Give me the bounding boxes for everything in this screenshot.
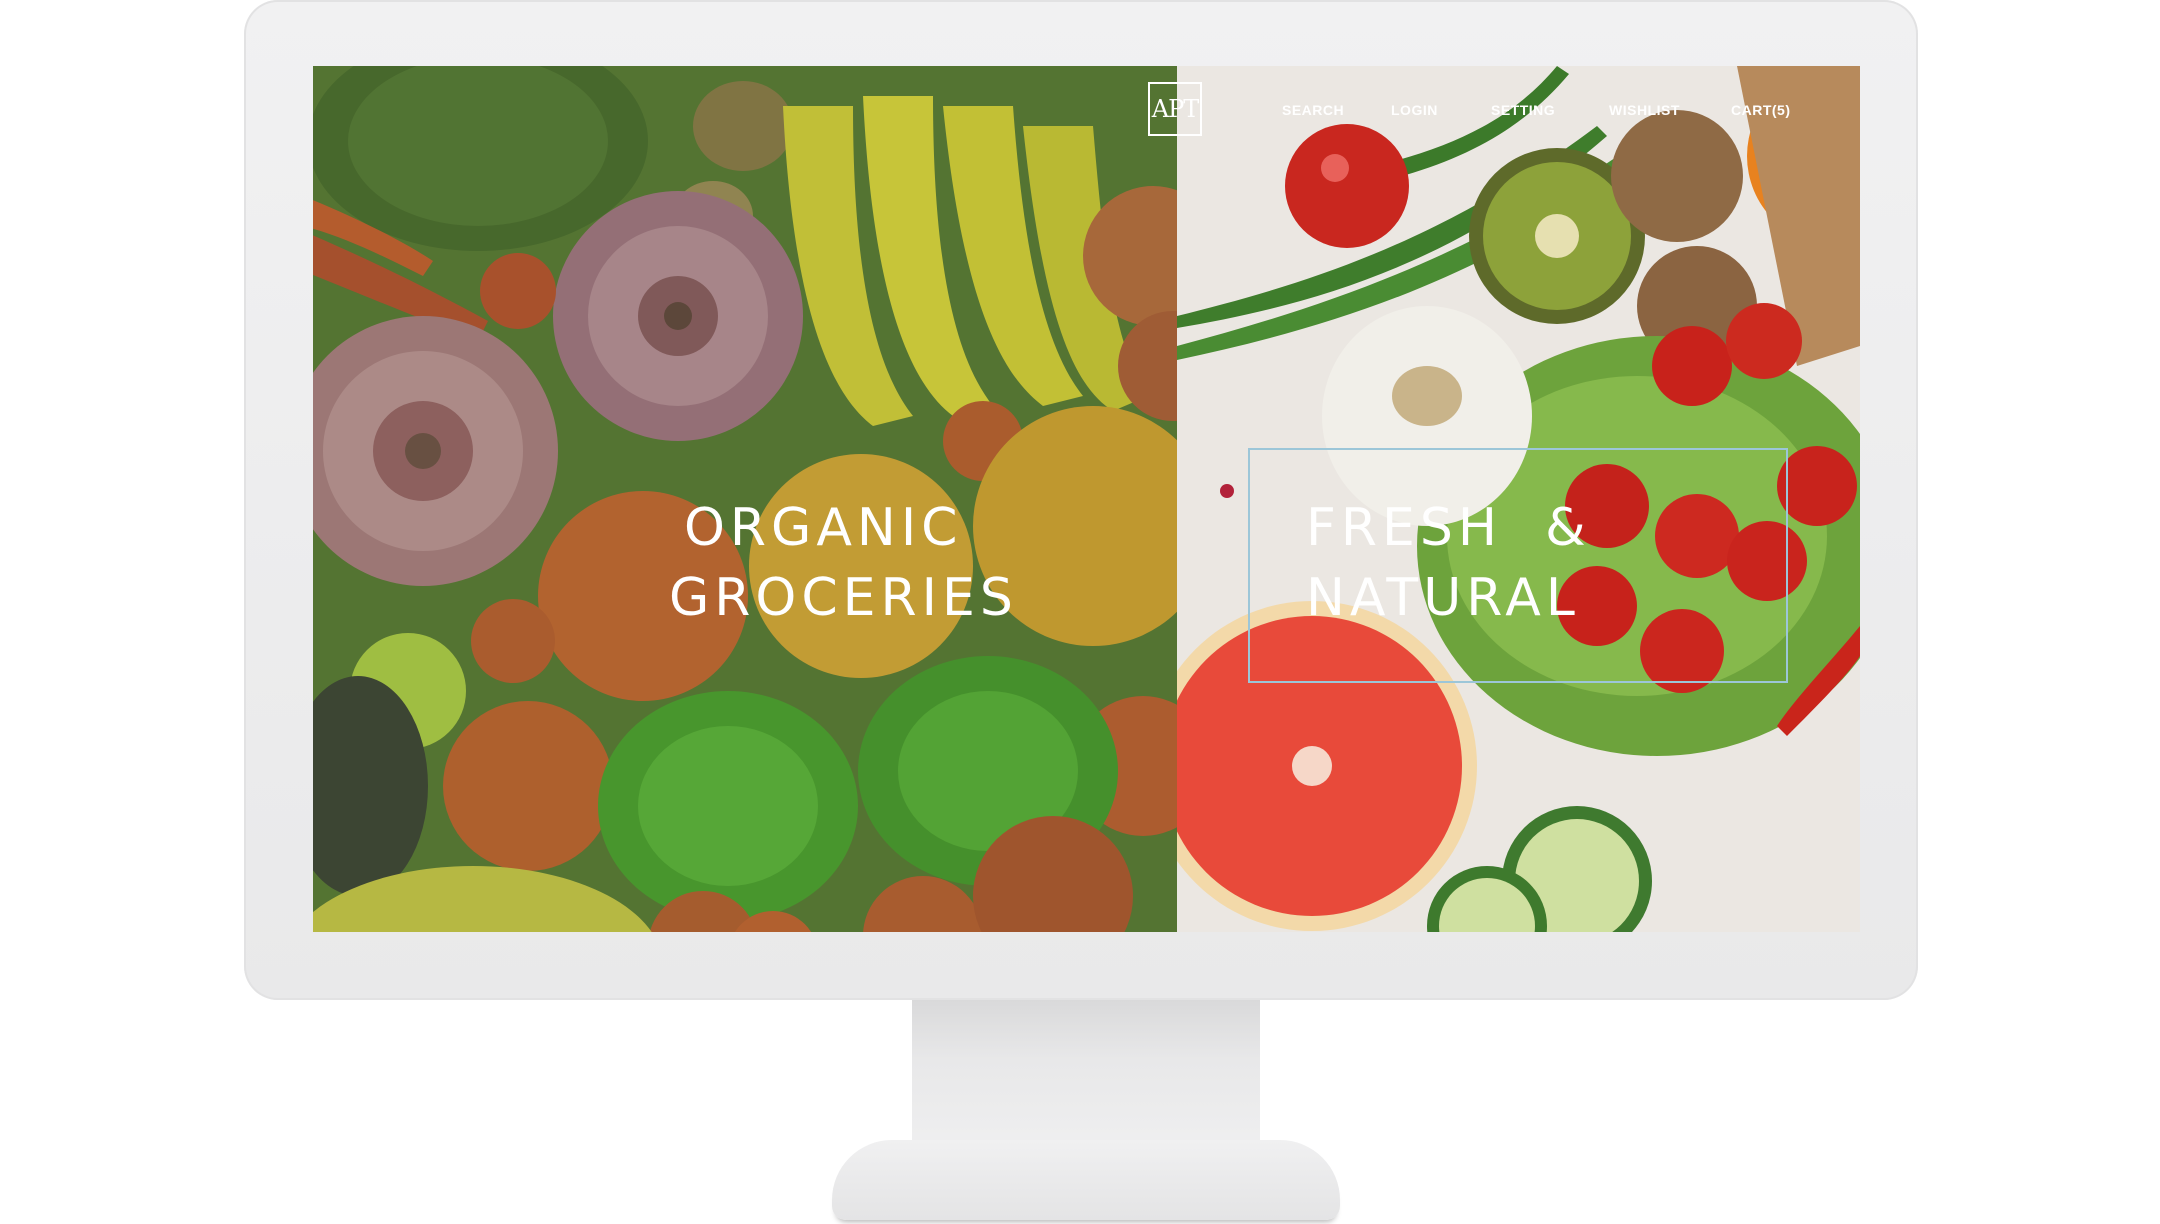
nav-search-link[interactable]: SEARCH — [1282, 102, 1344, 118]
hero-right-frame — [1248, 448, 1788, 683]
site-logo[interactable]: APT — [1148, 82, 1202, 136]
nav-wishlist-link[interactable]: WISHLIST — [1609, 102, 1680, 118]
hero-left-title-line2: GROCERIES — [669, 568, 1018, 628]
nav-cart-link[interactable]: CART(5) — [1731, 102, 1791, 118]
monitor-stand-neck — [912, 1000, 1260, 1150]
hero-right-title-line1: FRESH & — [1306, 498, 1591, 558]
monitor-stand-base — [832, 1140, 1340, 1220]
hero-left-title-line1: ORGANIC — [684, 498, 963, 558]
hero-right-title-line2: NATURAL — [1306, 568, 1580, 628]
nav-login-link[interactable]: LOGIN — [1391, 102, 1438, 118]
website-screen: APT SEARCH LOGIN SETTING WISHLIST CART(5… — [313, 66, 1860, 932]
nav-setting-link[interactable]: SETTING — [1491, 102, 1555, 118]
